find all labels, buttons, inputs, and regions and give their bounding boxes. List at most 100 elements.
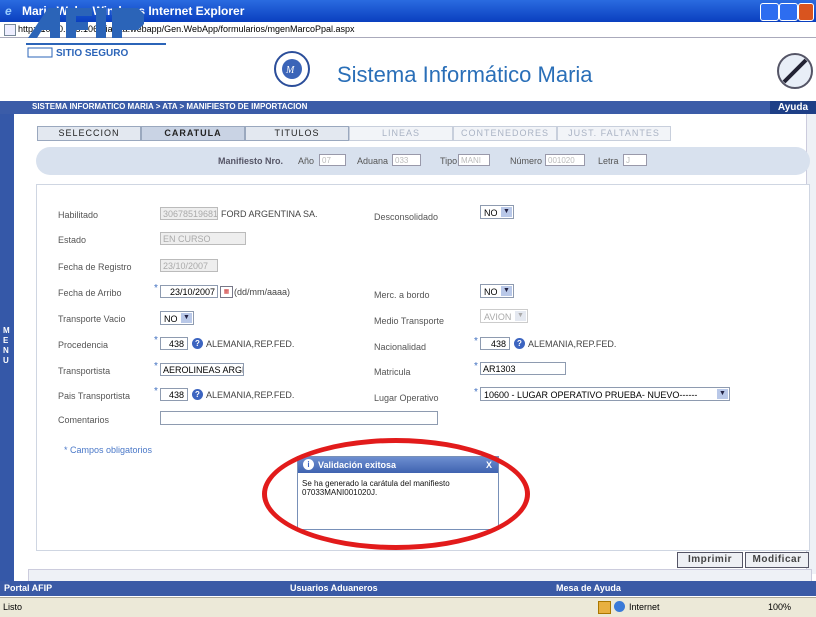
- habilitado-label: Habilitado: [58, 210, 99, 220]
- status-text: Listo: [3, 602, 23, 612]
- medio-transporte-label: Medio Transporte: [374, 316, 445, 326]
- medio-transporte-select: AVION ▼: [480, 309, 528, 323]
- footer-usuarios-link[interactable]: Usuarios Aduaneros: [290, 583, 378, 593]
- zone-text: Internet: [629, 602, 660, 612]
- nacionalidad-code-field[interactable]: 438: [480, 337, 510, 350]
- menu-letter: M: [3, 326, 10, 335]
- matricula-label: Matricula: [374, 367, 411, 377]
- anio-field: 07: [319, 154, 346, 166]
- chevron-down-icon: ▼: [501, 207, 512, 217]
- anio-label: Año: [298, 156, 315, 166]
- nacionalidad-label: Nacionalidad: [374, 342, 427, 352]
- transporte-vacio-select[interactable]: NO ▼: [160, 311, 194, 325]
- help-button[interactable]: Ayuda: [770, 101, 816, 114]
- zoom-level[interactable]: 100%: [768, 602, 791, 612]
- footer-bar: [0, 581, 816, 596]
- help-icon[interactable]: ?: [514, 338, 525, 349]
- fecha-registro-field: 23/10/2007: [160, 259, 218, 272]
- desconsolidado-select[interactable]: NO ▼: [480, 205, 514, 219]
- maximize-button[interactable]: [779, 3, 798, 21]
- minimize-button[interactable]: [760, 3, 779, 21]
- required-note: * Campos obligatorios: [64, 445, 153, 455]
- transportista-label: Transportista: [58, 366, 111, 376]
- menu-letter: N: [3, 346, 9, 355]
- comentarios-label: Comentarios: [58, 415, 110, 425]
- system-title: Sistema Informático Maria: [337, 62, 593, 87]
- page-icon: [4, 24, 16, 36]
- required-mark: *: [474, 361, 478, 372]
- security-icon: [598, 601, 611, 614]
- tab-seleccion[interactable]: SELECCION: [37, 126, 141, 141]
- estado-label: Estado: [58, 235, 87, 245]
- habilitado-cuit-field: 30678519681: [160, 207, 218, 220]
- globe-icon: [614, 601, 625, 612]
- required-mark: *: [474, 336, 478, 347]
- aduana-label: Aduana: [357, 156, 389, 166]
- numero-field: 001020: [545, 154, 585, 166]
- tab-just-faltantes: JUST. FALTANTES: [557, 126, 671, 141]
- transporte-vacio-value: NO: [164, 314, 178, 324]
- footer-mesa-link[interactable]: Mesa de Ayuda: [556, 583, 621, 593]
- tipo-field: MANI: [458, 154, 490, 166]
- logo-subtitle: SITIO SEGURO: [56, 48, 128, 59]
- tab-caratula[interactable]: CARATULA: [141, 126, 245, 141]
- merc-bordo-select[interactable]: NO ▼: [480, 284, 514, 298]
- chevron-down-icon: ▼: [717, 389, 728, 399]
- required-mark: *: [154, 386, 158, 397]
- habilitado-name: FORD ARGENTINA SA.: [221, 209, 318, 219]
- required-mark: *: [154, 283, 158, 294]
- medio-transporte-value: AVION: [484, 312, 512, 322]
- side-menu[interactable]: M E N U: [0, 114, 14, 581]
- chevron-down-icon: ▼: [501, 286, 512, 296]
- pais-name: ALEMANIA,REP.FED.: [206, 390, 295, 400]
- transportista-field[interactable]: AEROLINEAS ARGEN: [160, 363, 244, 376]
- pais-transportista-label: Pais Transportista: [58, 391, 131, 401]
- transporte-vacio-label: Transporte Vacio: [58, 314, 126, 324]
- fecha-registro-label: Fecha de Registro: [58, 262, 132, 272]
- breadcrumb: SISTEMA INFORMATICO MARIA > ATA > MANIFI…: [32, 102, 308, 111]
- pais-code-field[interactable]: 438: [160, 388, 188, 401]
- tab-lineas: LINEAS: [349, 126, 453, 141]
- help-icon[interactable]: ?: [192, 389, 203, 400]
- lugar-operativo-select[interactable]: 10600 - LUGAR OPERATIVO PRUEBA- NUEVO---…: [480, 387, 730, 401]
- numero-label: Número: [510, 156, 543, 166]
- lugar-operativo-label: Lugar Operativo: [374, 393, 439, 403]
- menu-letter: E: [3, 336, 9, 345]
- fecha-format-hint: (dd/mm/aaaa): [234, 287, 291, 297]
- security-seal-icon: [777, 53, 813, 89]
- procedencia-code-field[interactable]: 438: [160, 337, 188, 350]
- merc-bordo-value: NO: [484, 287, 498, 297]
- required-mark: *: [154, 335, 158, 346]
- manifiesto-label: Manifiesto Nro.: [218, 156, 284, 166]
- desconsolidado-value: NO: [484, 208, 498, 218]
- calendar-icon[interactable]: ▦: [220, 286, 233, 298]
- desconsolidado-label: Desconsolidado: [374, 212, 439, 222]
- fecha-arribo-label: Fecha de Arribo: [58, 288, 122, 298]
- required-mark: *: [474, 387, 478, 398]
- footer-portal-link[interactable]: Portal AFIP: [4, 583, 52, 593]
- letra-label: Letra: [598, 156, 619, 166]
- comentarios-field[interactable]: [160, 411, 438, 425]
- menu-letter: U: [3, 356, 9, 365]
- letra-field: J: [623, 154, 647, 166]
- highlight-ellipse: [262, 438, 530, 550]
- matricula-field[interactable]: AR1303: [480, 362, 566, 375]
- afip-logo: SITIO SEGURO: [26, 8, 166, 59]
- tab-titulos[interactable]: TITULOS: [245, 126, 349, 141]
- estado-field: EN CURSO: [160, 232, 246, 245]
- seal-icon: M: [274, 51, 310, 87]
- tipo-label: Tipo: [440, 156, 458, 166]
- help-icon[interactable]: ?: [192, 338, 203, 349]
- ie-icon: e: [5, 4, 12, 18]
- fecha-arribo-field[interactable]: 23/10/2007: [160, 285, 218, 298]
- procedencia-label: Procedencia: [58, 340, 109, 350]
- status-bar: Listo Internet 100%: [0, 597, 816, 617]
- procedencia-name: ALEMANIA,REP.FED.: [206, 339, 295, 349]
- manifiesto-strip: [36, 147, 810, 175]
- close-window-button[interactable]: [798, 3, 814, 21]
- svg-text:M: M: [285, 65, 295, 76]
- chevron-down-icon: ▼: [515, 311, 526, 321]
- modificar-button[interactable]: Modificar: [745, 552, 809, 568]
- nacionalidad-name: ALEMANIA,REP.FED.: [528, 339, 617, 349]
- imprimir-button[interactable]: Imprimir: [677, 552, 743, 568]
